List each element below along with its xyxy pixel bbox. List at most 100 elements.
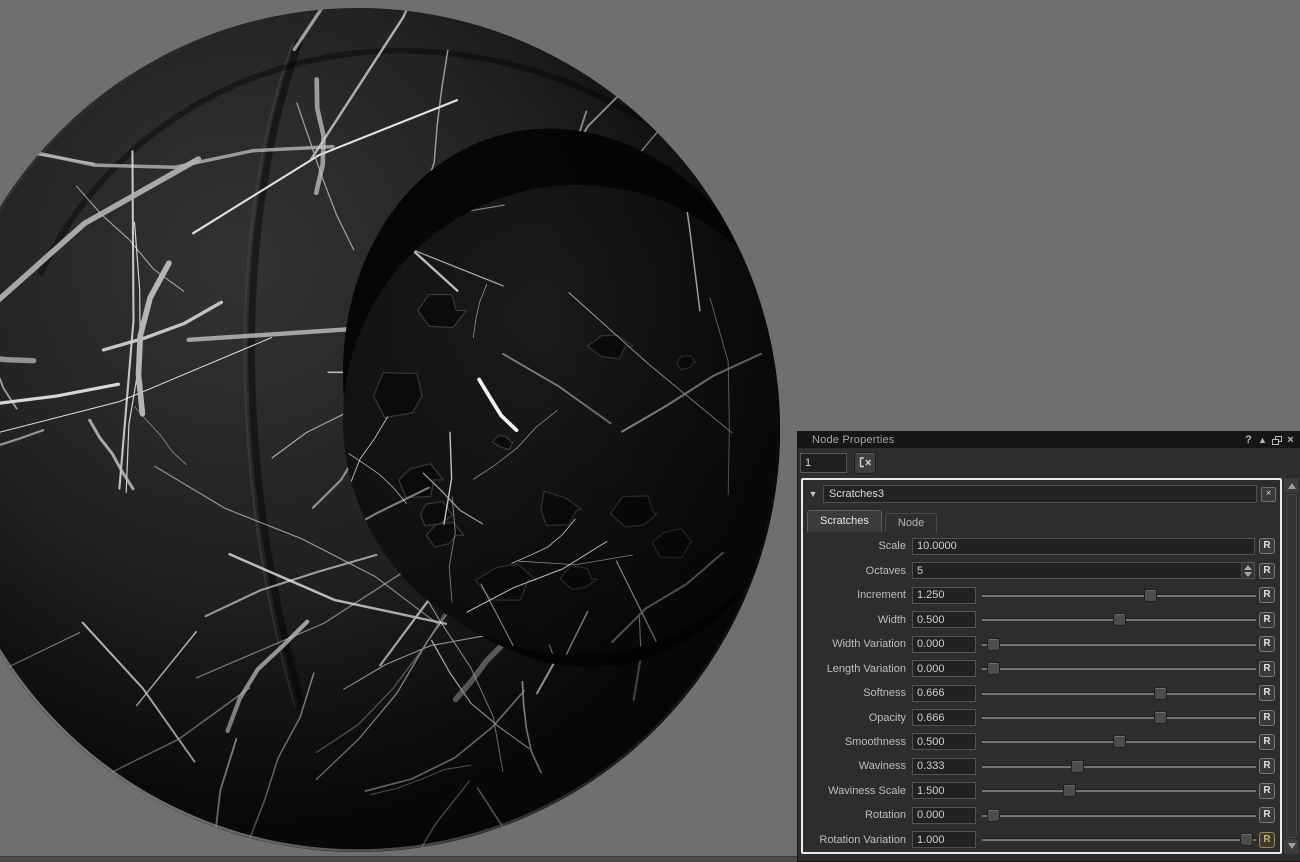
slider-track[interactable] xyxy=(982,643,1256,646)
scrollbar-thumb[interactable] xyxy=(1286,494,1297,838)
param-field xyxy=(912,537,1255,555)
param-field xyxy=(912,660,976,678)
param-value-input[interactable] xyxy=(912,635,976,653)
slider-handle[interactable] xyxy=(1070,759,1084,773)
param-value-input[interactable] xyxy=(912,733,976,751)
slider-track[interactable] xyxy=(982,839,1256,842)
slider-track[interactable] xyxy=(982,594,1256,597)
slider-handle[interactable] xyxy=(1240,833,1254,847)
rollup-icon[interactable]: ▲ xyxy=(1256,434,1269,447)
param-slider[interactable] xyxy=(982,808,1256,823)
param-row: Opacity R xyxy=(805,705,1278,729)
restore-window-icon xyxy=(1271,435,1282,445)
param-slider[interactable] xyxy=(982,637,1256,652)
param-row: Waviness R xyxy=(805,754,1278,778)
slider-track[interactable] xyxy=(982,668,1256,671)
param-value-input[interactable] xyxy=(912,611,976,629)
node-header: ▼ × xyxy=(805,484,1278,504)
param-slider[interactable] xyxy=(982,832,1256,847)
param-row: Waviness Scale R xyxy=(805,779,1278,803)
reset-button[interactable]: R xyxy=(1259,807,1275,824)
param-label: Width xyxy=(877,613,906,626)
param-field xyxy=(912,782,976,800)
spinner-up-icon[interactable] xyxy=(1244,564,1252,570)
collapse-triangle-icon[interactable]: ▼ xyxy=(807,489,819,499)
slider-track[interactable] xyxy=(982,814,1256,817)
close-node-button[interactable]: × xyxy=(1261,486,1276,502)
reset-button[interactable]: R xyxy=(1259,562,1275,579)
float-panel-icon[interactable] xyxy=(1270,434,1283,447)
material-preview-sphere xyxy=(0,8,780,852)
scrollbar-up-arrow[interactable] xyxy=(1285,479,1298,493)
slider-handle[interactable] xyxy=(1062,784,1076,798)
slider-track[interactable] xyxy=(982,717,1256,720)
param-slider[interactable] xyxy=(982,661,1256,676)
reset-button[interactable]: R xyxy=(1259,685,1275,702)
param-slider[interactable] xyxy=(982,686,1256,701)
reset-button[interactable]: R xyxy=(1259,587,1275,604)
reset-button[interactable]: R xyxy=(1259,636,1275,653)
panel-scrollbar[interactable] xyxy=(1284,478,1299,854)
param-field xyxy=(912,733,976,751)
param-value-input[interactable] xyxy=(912,562,1255,580)
slider-handle[interactable] xyxy=(987,662,1001,676)
reset-button[interactable]: R xyxy=(1259,758,1275,775)
param-slider[interactable] xyxy=(982,734,1256,749)
spinner-down-icon[interactable] xyxy=(1244,571,1252,577)
param-value-input[interactable] xyxy=(912,831,976,849)
param-label: Waviness Scale xyxy=(828,784,906,797)
param-value-input[interactable] xyxy=(912,709,976,727)
clear-panels-button[interactable] xyxy=(854,451,876,474)
param-field xyxy=(912,757,976,775)
reset-button[interactable]: R xyxy=(1259,538,1275,555)
param-slider[interactable] xyxy=(982,588,1256,603)
param-field xyxy=(912,611,976,629)
slider-handle[interactable] xyxy=(987,637,1001,651)
param-slider[interactable] xyxy=(982,612,1256,627)
close-panel-icon[interactable]: × xyxy=(1284,434,1297,447)
reset-button[interactable]: R xyxy=(1259,831,1275,848)
scrollbar-down-arrow[interactable] xyxy=(1285,839,1298,853)
reset-button[interactable]: R xyxy=(1259,709,1275,726)
tab-bar: Scratches Node xyxy=(807,510,938,532)
spinner[interactable] xyxy=(1241,563,1254,579)
param-value-input[interactable] xyxy=(912,684,976,702)
param-slider[interactable] xyxy=(982,759,1256,774)
param-slider[interactable] xyxy=(982,783,1256,798)
slider-track[interactable] xyxy=(982,790,1256,793)
tab-scratches[interactable]: Scratches xyxy=(807,510,882,532)
param-value-input[interactable] xyxy=(912,782,976,800)
param-field xyxy=(912,709,976,727)
param-field xyxy=(912,684,976,702)
param-label: Octaves xyxy=(865,564,906,577)
panel-controls-row xyxy=(798,448,1300,477)
param-value-input[interactable] xyxy=(912,806,976,824)
param-value-input[interactable] xyxy=(912,586,976,604)
param-value-input[interactable] xyxy=(912,757,976,775)
tab-node[interactable]: Node xyxy=(884,513,938,532)
param-slider[interactable] xyxy=(982,710,1256,725)
param-field xyxy=(912,635,976,653)
param-value-input[interactable] xyxy=(912,660,976,678)
slider-track[interactable] xyxy=(982,692,1256,695)
help-icon[interactable]: ? xyxy=(1242,434,1255,447)
reset-button[interactable]: R xyxy=(1259,733,1275,750)
slider-handle[interactable] xyxy=(1112,613,1126,627)
param-row: Increment R xyxy=(805,583,1278,607)
node-name-input[interactable] xyxy=(823,485,1257,503)
slider-handle[interactable] xyxy=(1112,735,1126,749)
panel-count-input[interactable] xyxy=(800,452,847,473)
slider-handle[interactable] xyxy=(1143,588,1157,602)
param-value-input[interactable] xyxy=(912,537,1255,555)
param-field xyxy=(912,806,976,824)
slider-handle[interactable] xyxy=(1154,711,1168,725)
reset-button[interactable]: R xyxy=(1259,660,1275,677)
reset-button[interactable]: R xyxy=(1259,782,1275,799)
material-preview-viewport[interactable] xyxy=(0,0,800,862)
reset-button[interactable]: R xyxy=(1259,611,1275,628)
panel-titlebar[interactable]: Node Properties ? ▲ × xyxy=(798,432,1300,448)
param-row: Smoothness R xyxy=(805,730,1278,754)
slider-handle[interactable] xyxy=(1154,686,1168,700)
slider-track[interactable] xyxy=(982,765,1256,768)
slider-handle[interactable] xyxy=(987,808,1001,822)
